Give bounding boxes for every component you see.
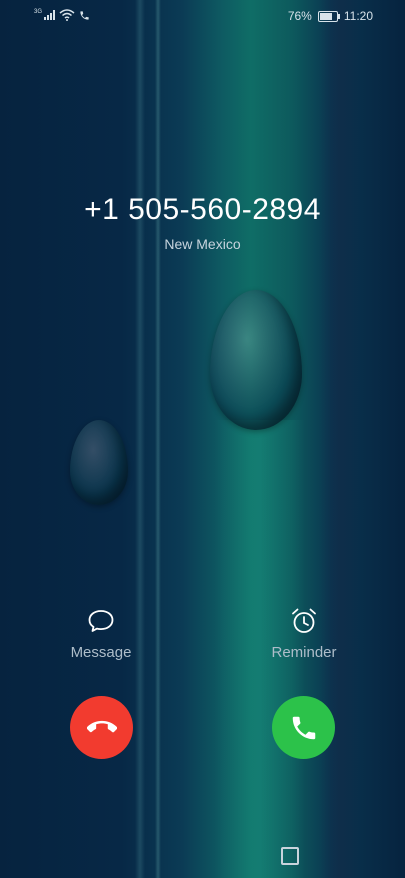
- water-drop-decoration: [70, 420, 128, 505]
- signal-icon: [44, 10, 56, 20]
- status-left: 3G: [34, 9, 90, 21]
- wifi-icon: [59, 9, 75, 21]
- alarm-clock-icon: [292, 608, 316, 633]
- caller-location: New Mexico: [164, 236, 241, 252]
- clock: 11:20: [343, 9, 373, 23]
- phone-icon: [292, 716, 315, 739]
- background-streak: [155, 0, 161, 878]
- status-bar: 3G 76% 11:20: [0, 0, 405, 32]
- speech-bubble-icon: [88, 610, 114, 632]
- battery-icon: [317, 10, 340, 22]
- message-button[interactable]: Message: [46, 606, 156, 661]
- reminder-label: Reminder: [271, 644, 337, 661]
- recent-apps-button[interactable]: [281, 847, 299, 865]
- water-drop-decoration: [210, 290, 302, 430]
- answer-call-button[interactable]: [272, 696, 335, 759]
- network-type: 3G: [34, 9, 43, 15]
- call-status-icon: [80, 10, 89, 20]
- reminder-button[interactable]: Reminder: [249, 606, 359, 661]
- status-right: 76% 11:20: [288, 9, 373, 23]
- caller-number: +1 505-560-2894: [84, 193, 321, 226]
- battery-percent: 76%: [287, 9, 312, 23]
- background-streak: [135, 0, 145, 878]
- battery-fill: [319, 12, 333, 20]
- decline-call-button[interactable]: [70, 696, 133, 759]
- message-label: Message: [70, 644, 132, 661]
- incoming-call-screen: 3G 76% 11:20 +1 505-560-2894 New Mexico: [0, 0, 405, 878]
- phone-hangup-icon: [86, 720, 117, 732]
